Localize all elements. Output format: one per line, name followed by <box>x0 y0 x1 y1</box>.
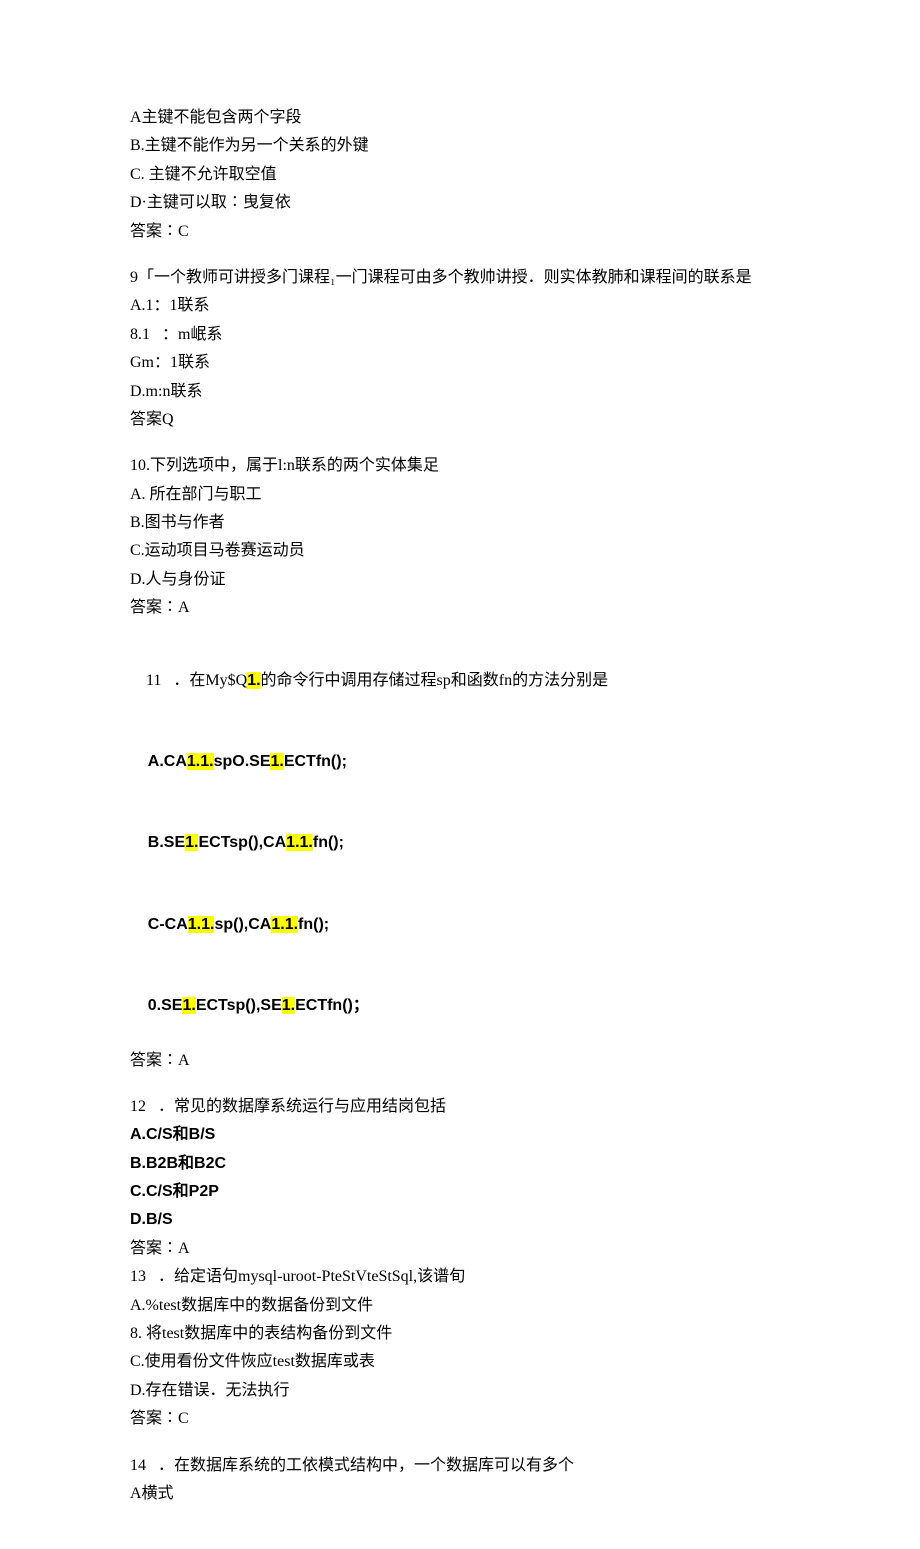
q12-stem: 12 ．常见的数据摩系统运行与应用结岗包括 <box>130 1094 790 1120</box>
q9-option-d: D.m:n联系 <box>130 379 790 405</box>
q11-option-a: A.CA1.1.spO.SE1.ECTfn(); <box>130 723 790 802</box>
q11-d-hl2: 1. <box>282 997 295 1014</box>
q11-option-d: 0.SE1.ECTsp(),SE1.ECTfn()； <box>130 966 790 1045</box>
q10-option-a: A. 所在部门与职工 <box>130 482 790 508</box>
q10-option-d: D.人与身份证 <box>130 567 790 593</box>
q12-option-b: B.B2B和B2C <box>130 1151 790 1177</box>
q9-option-a: A.1：1联系 <box>130 293 790 319</box>
q11-b-mid: ECTsp(),CA <box>198 834 286 851</box>
q10-stem: 10.下列选项中，属于l:n联系的两个实体集足 <box>130 453 790 479</box>
q11-d-post: ECTfn()； <box>295 997 369 1014</box>
q11-stem: 11 ．在My$Q1.的命令行中调用存储过程sp和函数fn的方法分别是 <box>130 642 790 721</box>
q10-option-b: B.图书与作者 <box>130 510 790 536</box>
q13-stem: 13 ．给定语句mysql-uroot-PteStVteStSql,该谱旬 <box>130 1264 790 1290</box>
q11-option-b: B.SE1.ECTsp(),CA1.1.fn(); <box>130 804 790 883</box>
q11-stem-hl1: 1. <box>247 672 260 689</box>
q11-b-hl1: 1. <box>185 834 198 851</box>
q14-stem: 14 ．在数据库系统的工依模式结构中，一个数据库可以有多个 <box>130 1453 790 1479</box>
q8-answer: 答案∶C <box>130 219 790 245</box>
q9-stem: 9「一个教师可讲授多门课程₁一门课程可由多个教帅讲授．则实体教肺和课程间的联系是 <box>130 265 790 291</box>
q12-option-a: A.C/S和B/S <box>130 1122 790 1148</box>
q11-answer: 答案∶A <box>130 1048 790 1074</box>
q12-option-d: D.B/S <box>130 1207 790 1233</box>
q11-c-pre: C-CA <box>148 916 188 933</box>
q10-option-c: C.运动项目马卷赛运动员 <box>130 538 790 564</box>
q13-option-b: 8. 将test数据库中的表结构备份到文件 <box>130 1321 790 1347</box>
q13-option-d: D.存在错误．无法执行 <box>130 1378 790 1404</box>
q13-option-c: C.使用看份文件恢应test数据库或表 <box>130 1349 790 1375</box>
q11-c-post: fn(); <box>298 916 329 933</box>
q11-d-pre: 0.SE <box>148 997 183 1014</box>
q11-stem-post: 的命令行中调用存储过程sp和函数fn的方法分别是 <box>261 672 609 689</box>
q11-c-hl1: 1.1. <box>188 916 215 933</box>
q12-answer: 答案∶A <box>130 1236 790 1262</box>
q9-option-c: Gm：1联系 <box>130 350 790 376</box>
q11-option-c: C-CA1.1.sp(),CA1.1.fn(); <box>130 885 790 964</box>
q14-option-a: A横式 <box>130 1481 790 1507</box>
q8-option-c: C. 主键不允许取空值 <box>130 162 790 188</box>
q11-a-pre: A.CA <box>148 753 187 770</box>
q11-a-mid: spO.SE <box>214 753 271 770</box>
q11-d-mid: ECTsp(),SE <box>196 997 282 1014</box>
q11-c-mid: sp(),CA <box>214 916 271 933</box>
q11-d-hl1: 1. <box>182 997 195 1014</box>
q8-option-a: A主键不能包含两个字段 <box>130 105 790 131</box>
q8-option-b: B.主键不能作为另一个关系的外键 <box>130 133 790 159</box>
q11-a-hl1: 1.1. <box>187 753 214 770</box>
q10-answer: 答案∶A <box>130 595 790 621</box>
q11-b-post: fn(); <box>313 834 344 851</box>
q11-c-hl2: 1.1. <box>271 916 298 933</box>
document-page: A主键不能包含两个字段 B.主键不能作为另一个关系的外键 C. 主键不允许取空值… <box>0 0 920 1549</box>
q9-answer: 答案Q <box>130 407 790 433</box>
q12-option-c: C.C/S和P2P <box>130 1179 790 1205</box>
q11-a-post: ECTfn(); <box>284 753 347 770</box>
q9-option-b: 8.1 ：m岷系 <box>130 322 790 348</box>
q13-option-a: A.%test数据库中的数据备份到文件 <box>130 1293 790 1319</box>
q11-stem-pre: 11 ．在My$Q <box>146 672 247 689</box>
q11-a-hl2: 1. <box>270 753 283 770</box>
q11-b-hl2: 1.1. <box>286 834 313 851</box>
q13-answer: 答案∶C <box>130 1406 790 1432</box>
q8-option-d: D·主键可以取∶曳复依 <box>130 190 790 216</box>
q11-b-pre: B.SE <box>148 834 185 851</box>
